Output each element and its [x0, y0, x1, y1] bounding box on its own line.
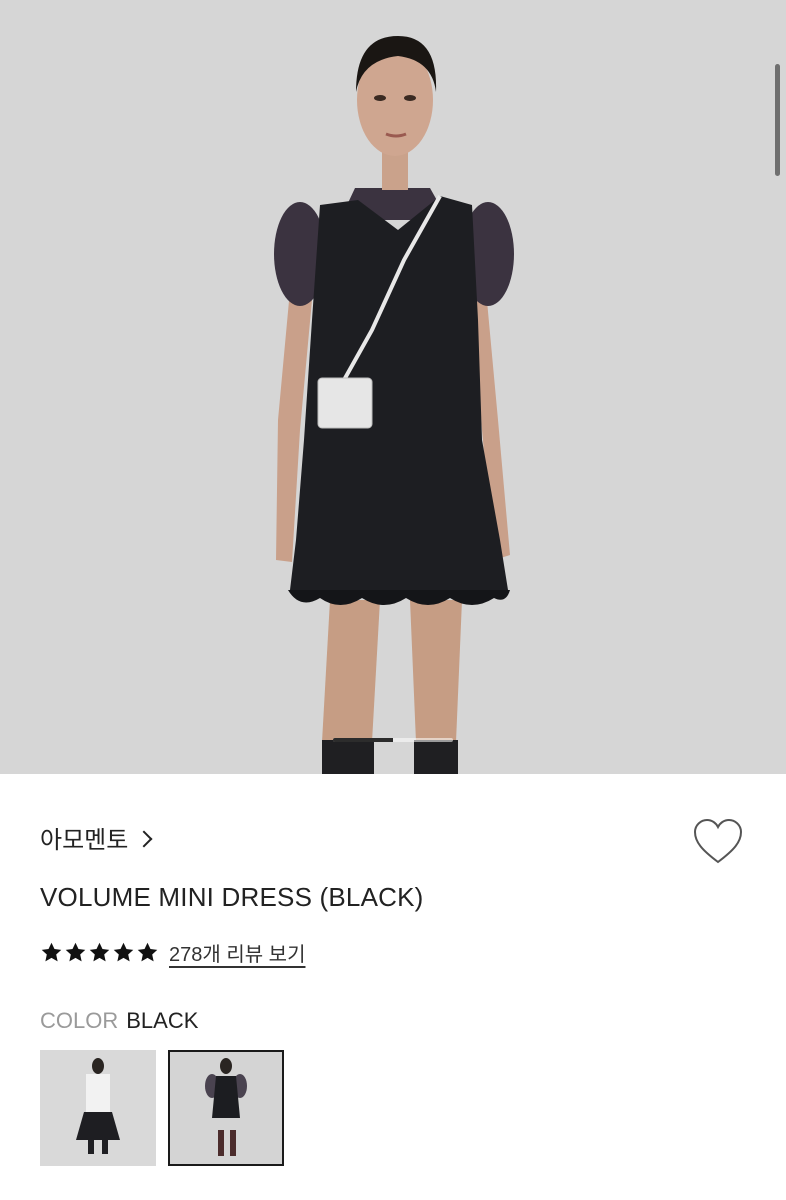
- rating-row: 278개 리뷰 보기: [40, 938, 305, 967]
- star-filled-icon: [137, 942, 158, 962]
- swatch-black-image: [170, 1052, 282, 1164]
- color-swatch-black[interactable]: [168, 1050, 284, 1166]
- brand-link[interactable]: 아모멘토: [40, 820, 153, 855]
- brand-name: 아모멘토: [40, 827, 129, 854]
- color-value: BLACK: [126, 1008, 199, 1033]
- star-filled-icon: [89, 942, 110, 962]
- star-rating: [40, 941, 159, 964]
- product-title: VOLUME MINI DRESS (BLACK): [40, 882, 424, 912]
- heart-outline-icon[interactable]: [692, 818, 744, 866]
- swatch-white-image: [42, 1052, 154, 1164]
- color-label: COLOR: [40, 1008, 119, 1033]
- color-row: COLOR BLACK: [40, 1008, 198, 1034]
- chevron-right-icon: [135, 830, 153, 847]
- review-link[interactable]: 278개 리뷰 보기: [169, 938, 305, 967]
- color-swatch-white[interactable]: [40, 1050, 156, 1166]
- product-image-carousel[interactable]: [0, 0, 786, 774]
- page-scrollbar[interactable]: [775, 64, 780, 176]
- star-filled-icon: [65, 942, 86, 962]
- product-main-image: [274, 36, 514, 774]
- star-filled-icon: [41, 942, 62, 962]
- carousel-progress-fill: [333, 738, 393, 742]
- star-filled-icon: [113, 942, 134, 962]
- carousel-progress: [333, 738, 453, 742]
